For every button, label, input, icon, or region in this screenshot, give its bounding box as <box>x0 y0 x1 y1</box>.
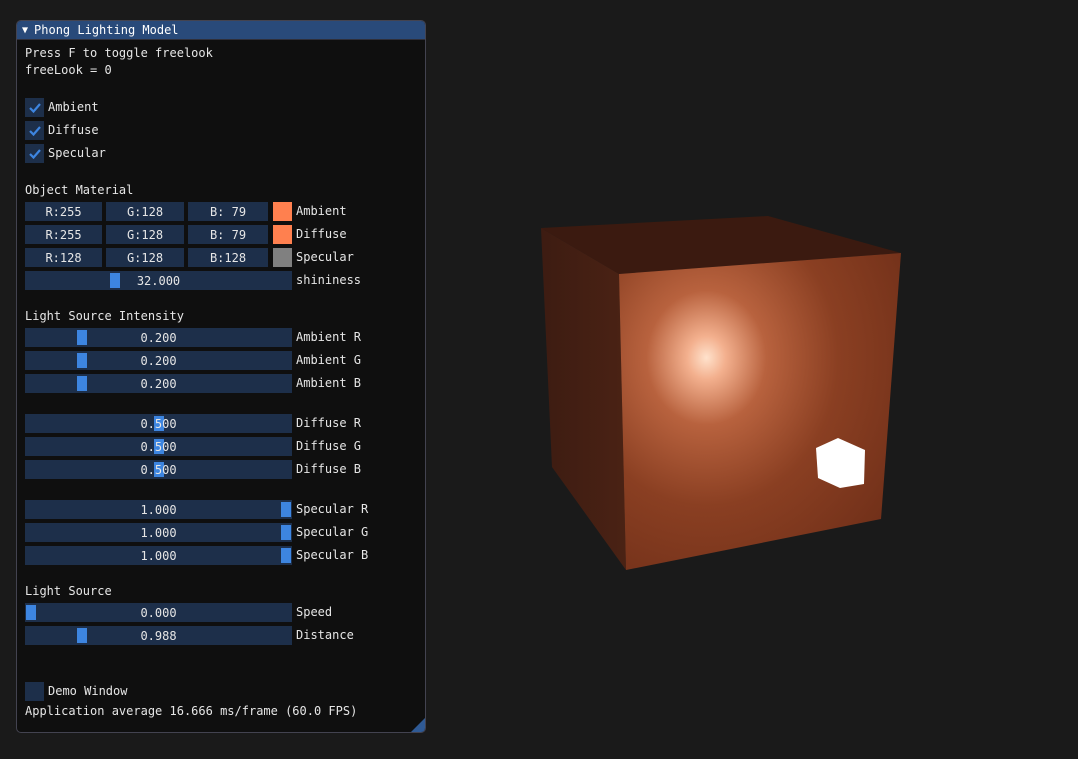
ambient-material-label: Ambient <box>296 204 347 218</box>
diffuse-g-field[interactable]: G:128 <box>106 225 184 244</box>
diffuse-b-label: Diffuse B <box>296 462 362 476</box>
slider-value: 0.988 <box>140 628 177 643</box>
ambient-r-slider[interactable]: 0.200 <box>25 328 292 347</box>
checkmark-icon <box>28 148 41 159</box>
diffuse-checkbox[interactable] <box>25 121 44 140</box>
light-source-header: Light Source <box>25 584 112 598</box>
specular-b-label: Specular B <box>296 548 369 562</box>
slider-value: 0.500 <box>140 439 177 454</box>
resize-grip[interactable] <box>411 718 425 732</box>
fps-text: Application average 16.666 ms/frame (60.… <box>25 704 358 718</box>
ambient-color-swatch[interactable] <box>273 202 292 221</box>
diffuse-r-label: Diffuse R <box>296 416 362 430</box>
freelook-text: freeLook = 0 <box>25 63 112 77</box>
ambient-g-label: Ambient G <box>296 353 362 367</box>
collapse-arrow-icon[interactable]: ▼ <box>22 25 28 36</box>
specular-r-slider[interactable]: 1.000 <box>25 500 292 519</box>
checkmark-icon <box>28 102 41 113</box>
diffuse-g-label: Diffuse G <box>296 439 362 453</box>
ambient-checkbox[interactable] <box>25 98 44 117</box>
diffuse-b-slider[interactable]: 0.500 <box>25 460 292 479</box>
speed-label: Speed <box>296 605 333 619</box>
diffuse-g-slider[interactable]: 0.500 <box>25 437 292 456</box>
specular-b-slider[interactable]: 1.000 <box>25 546 292 565</box>
diffuse-material-label: Diffuse <box>296 227 347 241</box>
diffuse-checkbox-label: Diffuse <box>48 123 99 137</box>
demo-window-checkbox[interactable] <box>25 682 44 701</box>
ambient-r-field[interactable]: R:255 <box>25 202 102 221</box>
ambient-r-label: Ambient R <box>296 330 362 344</box>
ambient-checkbox-label: Ambient <box>48 100 99 114</box>
window-title: Phong Lighting Model <box>34 23 179 37</box>
ambient-b-label: Ambient B <box>296 376 362 390</box>
shininess-slider[interactable]: 32.000 <box>25 271 292 290</box>
diffuse-b-field[interactable]: B: 79 <box>188 225 268 244</box>
specular-g-label: Specular G <box>296 525 369 539</box>
specular-color-swatch[interactable] <box>273 248 292 267</box>
speed-slider[interactable]: 0.000 <box>25 603 292 622</box>
shininess-label: shininess <box>296 273 362 287</box>
specular-checkbox[interactable] <box>25 144 44 163</box>
slider-value: 1.000 <box>140 548 177 563</box>
specular-b-field[interactable]: B:128 <box>188 248 268 267</box>
slider-value: 1.000 <box>140 525 177 540</box>
slider-value: 1.000 <box>140 502 177 517</box>
slider-value: 0.500 <box>140 416 177 431</box>
light-intensity-header: Light Source Intensity <box>25 309 184 323</box>
help-text: Press F to toggle freelook <box>25 46 213 60</box>
object-material-header: Object Material <box>25 183 134 197</box>
specular-r-field[interactable]: R:128 <box>25 248 102 267</box>
ambient-b-slider[interactable]: 0.200 <box>25 374 292 393</box>
diffuse-color-swatch[interactable] <box>273 225 292 244</box>
slider-value: 0.500 <box>140 462 177 477</box>
distance-label: Distance <box>296 628 354 642</box>
specular-checkbox-label: Specular <box>48 146 106 160</box>
diffuse-r-field[interactable]: R:255 <box>25 225 102 244</box>
diffuse-r-slider[interactable]: 0.500 <box>25 414 292 433</box>
shininess-value: 32.000 <box>136 273 181 288</box>
scene-viewport[interactable] <box>540 210 910 580</box>
specular-g-slider[interactable]: 1.000 <box>25 523 292 542</box>
ambient-g-field[interactable]: G:128 <box>106 202 184 221</box>
checkmark-icon <box>28 125 41 136</box>
specular-g-field[interactable]: G:128 <box>106 248 184 267</box>
distance-slider[interactable]: 0.988 <box>25 626 292 645</box>
slider-value: 0.200 <box>140 330 177 345</box>
phong-lighting-window: ▼ Phong Lighting Model Press F to toggle… <box>16 20 426 733</box>
cube-left-face <box>541 228 626 570</box>
cube-front-face <box>619 253 901 570</box>
ambient-g-slider[interactable]: 0.200 <box>25 351 292 370</box>
slider-value: 0.200 <box>140 376 177 391</box>
slider-value: 0.000 <box>140 605 177 620</box>
specular-material-label: Specular <box>296 250 354 264</box>
specular-r-label: Specular R <box>296 502 369 516</box>
demo-window-label: Demo Window <box>48 684 128 698</box>
ambient-b-field[interactable]: B: 79 <box>188 202 268 221</box>
window-title-bar[interactable]: ▼ Phong Lighting Model <box>17 21 425 40</box>
slider-value: 0.200 <box>140 353 177 368</box>
